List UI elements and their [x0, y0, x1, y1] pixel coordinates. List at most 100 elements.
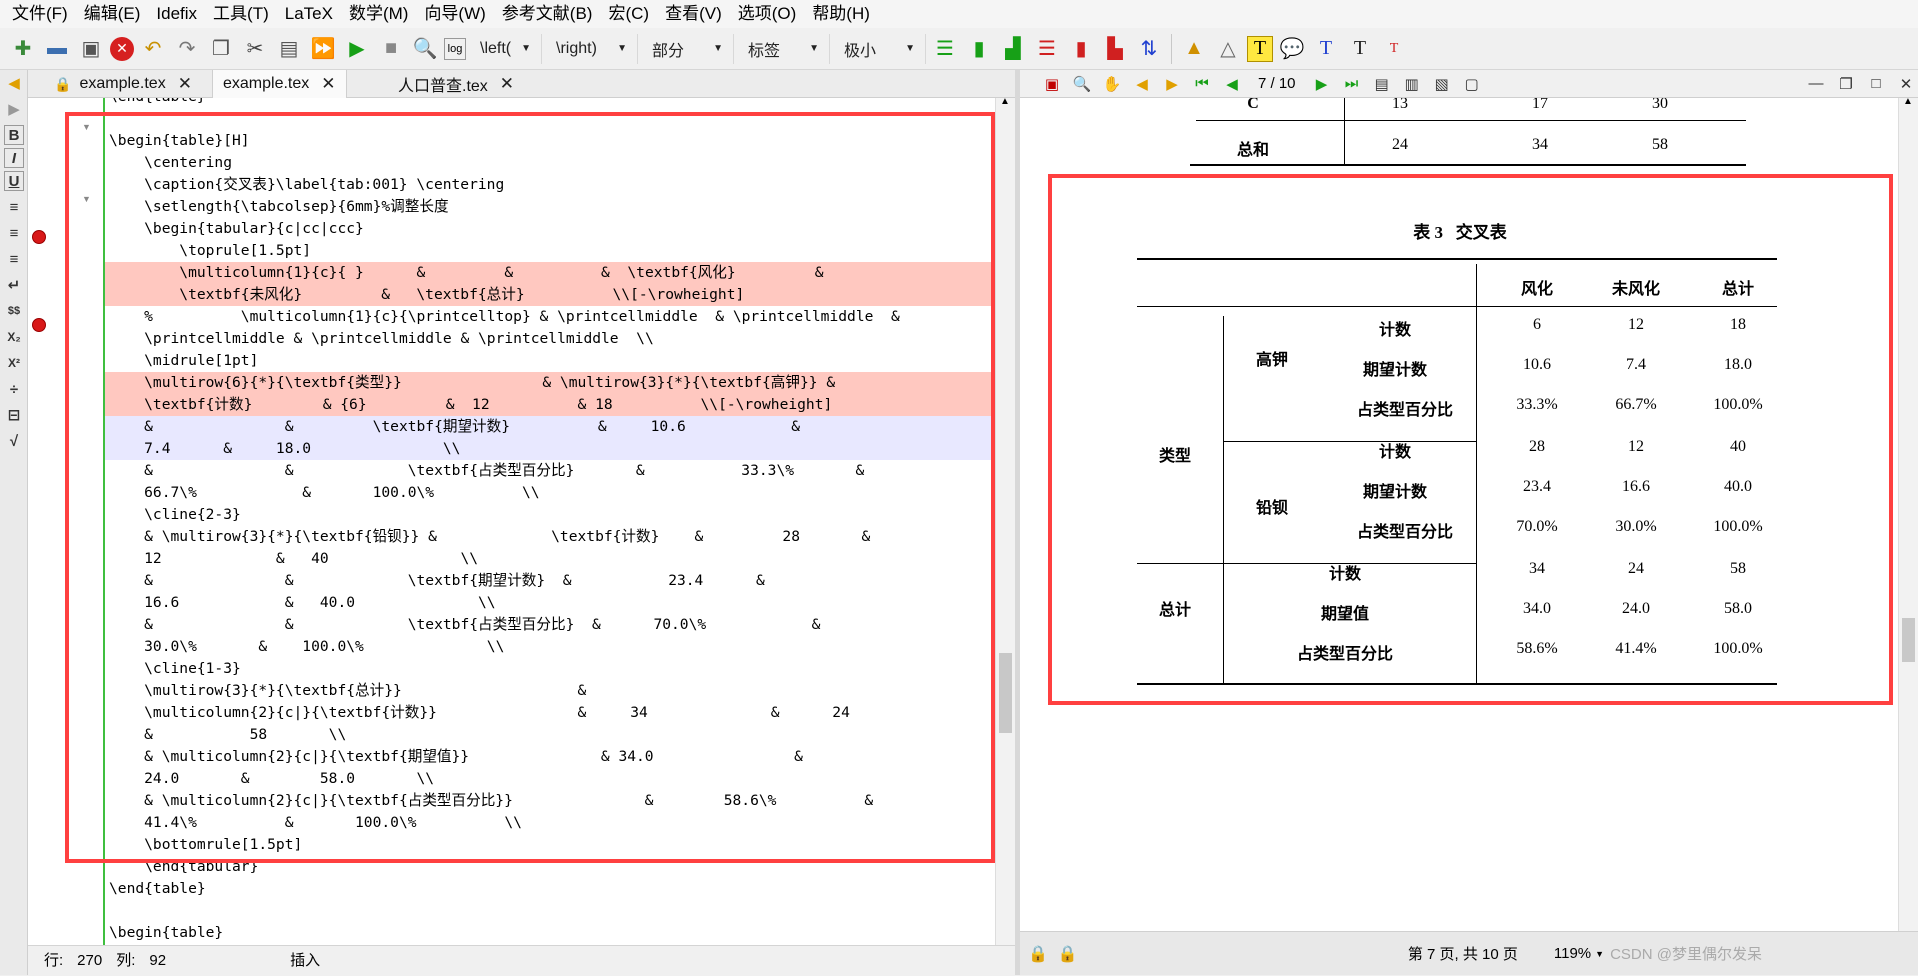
code-line[interactable]: \multirow{3}{*}{\textbf{总计}} & [105, 680, 1015, 702]
code-line[interactable]: 30.0\% & 100.0\% \\ [105, 636, 1015, 658]
newline-icon[interactable]: ↵ [0, 272, 28, 298]
prev-page-icon[interactable]: ◀ [1220, 72, 1244, 96]
code-line[interactable]: \textbf{未风化} & \textbf{总计} \\[-\rowheigh… [105, 284, 1015, 306]
menu-wizards[interactable]: 向导(W) [416, 0, 493, 28]
code-line[interactable]: 7.4 & 18.0 \\ [105, 438, 1015, 460]
code-line[interactable]: & \multirow{3}{*}{\textbf{铅钡}} & \textbf… [105, 526, 1015, 548]
compile-view-icon[interactable]: ⏩ [308, 34, 338, 64]
minimize-icon[interactable]: — [1804, 72, 1828, 96]
continuous-icon[interactable]: ▢ [1460, 72, 1484, 96]
code-lines[interactable]: \end{table} \begin{table}[H] \centering \… [105, 98, 1015, 945]
menu-math[interactable]: 数学(M) [341, 0, 416, 28]
menu-edit[interactable]: 编辑(E) [76, 0, 149, 28]
code-line[interactable]: & & \textbf{期望计数} & 23.4 & [105, 570, 1015, 592]
view-icon[interactable]: 🔍 [410, 34, 440, 64]
code-line[interactable]: \printcellmiddle & \printcellmiddle & \p… [105, 328, 1015, 350]
page-indicator[interactable]: 7 / 10 [1250, 75, 1304, 92]
code-line[interactable]: 66.7\% & 100.0\% \\ [105, 482, 1015, 504]
subscript-icon[interactable]: X₂ [0, 324, 28, 350]
code-line[interactable]: 41.4\% & 100.0\% \\ [105, 812, 1015, 834]
table-align-icon[interactable]: ⇅ [1134, 34, 1164, 64]
next-icon[interactable]: ▶ [1160, 72, 1184, 96]
size-dropdown[interactable]: 极小 ▼ [834, 33, 926, 64]
code-line[interactable]: & \multicolumn{2}{c|}{\textbf{占类型百分比}} &… [105, 790, 1015, 812]
code-line[interactable]: \multicolumn{2}{c|}{\textbf{计数}} & 34 & … [105, 702, 1015, 724]
stop-icon[interactable]: ■ [376, 34, 406, 64]
red-text-icon[interactable]: T [1379, 34, 1409, 64]
tab-example-locked[interactable]: 🔒 example.tex ✕ [44, 70, 202, 98]
prev-icon[interactable]: ◀ [1130, 72, 1154, 96]
fit-width-icon[interactable]: ▥ [1400, 72, 1424, 96]
close-icon[interactable]: ✕ [321, 74, 335, 94]
text-icon[interactable]: T [1247, 35, 1273, 62]
code-line[interactable]: % \multicolumn{1}{c}{\printcelltop} & \p… [105, 306, 1015, 328]
structure-dropdown[interactable]: 部分 ▼ [642, 33, 734, 64]
label-dropdown[interactable]: 标签 ▼ [738, 33, 830, 64]
close-file-icon[interactable]: ✕ [110, 36, 134, 61]
code-line[interactable]: \end{table} [105, 878, 1015, 900]
next-page-icon[interactable]: ▶ [1310, 72, 1334, 96]
scroll-up-icon[interactable]: ▲ [1903, 96, 1913, 107]
back-arrow-icon[interactable]: ◀ [0, 70, 28, 96]
menu-options[interactable]: 选项(O) [730, 0, 805, 28]
zoom-icon[interactable]: 🔍 [1070, 72, 1094, 96]
menu-view[interactable]: 查看(V) [657, 0, 730, 28]
code-line[interactable]: \begin{tabular}{c|cc|ccc} [105, 218, 1015, 240]
dfrac-icon[interactable]: ⊟ [0, 402, 28, 428]
menu-latex[interactable]: LaTeX [277, 0, 341, 28]
viewer-scrollbar[interactable]: ▲ [1898, 96, 1918, 931]
code-line[interactable]: 16.6 & 40.0 \\ [105, 592, 1015, 614]
menu-help[interactable]: 帮助(H) [804, 0, 878, 28]
pdf-viewer[interactable]: C 13 17 30 总和 24 34 58 表 3 交叉表 风化 未风化 总计… [1020, 98, 1898, 931]
zoom-dropdown-icon[interactable]: ▼ [1595, 949, 1604, 959]
fold-toggle-icon[interactable]: ▼ [82, 122, 91, 132]
close-icon[interactable]: ✕ [178, 74, 192, 94]
insert-row-icon[interactable]: ☰ [930, 34, 960, 64]
code-line[interactable]: & 58 \\ [105, 724, 1015, 746]
menu-bibliography[interactable]: 参考文献(B) [494, 0, 601, 28]
compile-icon[interactable]: ▶ [342, 34, 372, 64]
restore-icon[interactable]: ❐ [1834, 72, 1858, 96]
format-text-icon[interactable]: T [1345, 34, 1375, 64]
code-line[interactable]: \cline{2-3} [105, 504, 1015, 526]
code-line[interactable]: \bottomrule[1.5pt] [105, 834, 1015, 856]
bookmark-prev-icon[interactable]: ▲ [1179, 34, 1209, 64]
sync-lock-icon[interactable]: 🔒 [1058, 944, 1078, 964]
redo-icon[interactable]: ↷ [172, 34, 202, 64]
code-line[interactable]: 12 & 40 \\ [105, 548, 1015, 570]
copy-icon[interactable]: ❐ [206, 34, 236, 64]
cut-icon[interactable]: ✂ [240, 34, 270, 64]
align-center-icon[interactable]: ≡ [0, 220, 28, 246]
code-editor[interactable]: ▼ ▼ \end{table} \begin{table}[H] \centeri… [28, 98, 1015, 945]
code-line[interactable]: \toprule[1.5pt] [105, 240, 1015, 262]
error-marker-icon[interactable] [32, 318, 46, 332]
hand-tool-icon[interactable]: ✋ [1100, 72, 1124, 96]
close-icon[interactable]: ✕ [500, 74, 514, 94]
blue-text-icon[interactable]: T [1311, 34, 1341, 64]
code-line[interactable] [105, 900, 1015, 922]
scroll-thumb[interactable] [1902, 618, 1915, 662]
code-line[interactable]: \multirow{6}{*}{\textbf{类型}} & \multirow… [105, 372, 1015, 394]
first-page-icon[interactable]: ⏮ [1190, 72, 1214, 96]
forward-arrow-icon[interactable]: ▶ [0, 96, 28, 122]
superscript-icon[interactable]: X² [0, 350, 28, 376]
delete-column-icon[interactable]: ▮ [1066, 34, 1096, 64]
insert-column-icon[interactable]: ▮ [964, 34, 994, 64]
scroll-up-icon[interactable]: ▲ [1000, 96, 1010, 107]
last-page-icon[interactable]: ⏭ [1340, 72, 1364, 96]
save-icon[interactable]: ▣ [76, 34, 106, 64]
open-file-icon[interactable]: ▬ [42, 34, 72, 64]
code-line[interactable]: 24.0 & 58.0 \\ [105, 768, 1015, 790]
delete-row-icon[interactable]: ☰ [1032, 34, 1062, 64]
tab-example[interactable]: example.tex ✕ [212, 70, 347, 98]
fraction-icon[interactable]: ÷ [0, 376, 28, 402]
log-icon[interactable]: log [444, 37, 466, 60]
maximize-icon[interactable]: □ [1864, 72, 1888, 96]
menu-idefix[interactable]: Idefix [148, 0, 205, 28]
code-line[interactable] [105, 108, 1015, 130]
code-line[interactable]: \caption{交叉表}\label{tab:001} \centering [105, 174, 1015, 196]
math-mode-icon[interactable]: $$ [0, 298, 28, 324]
tab-census[interactable]: 人口普查.tex ✕ [388, 70, 524, 98]
scroll-thumb[interactable] [999, 653, 1012, 733]
pdf-icon[interactable]: ▣ [1040, 72, 1064, 96]
